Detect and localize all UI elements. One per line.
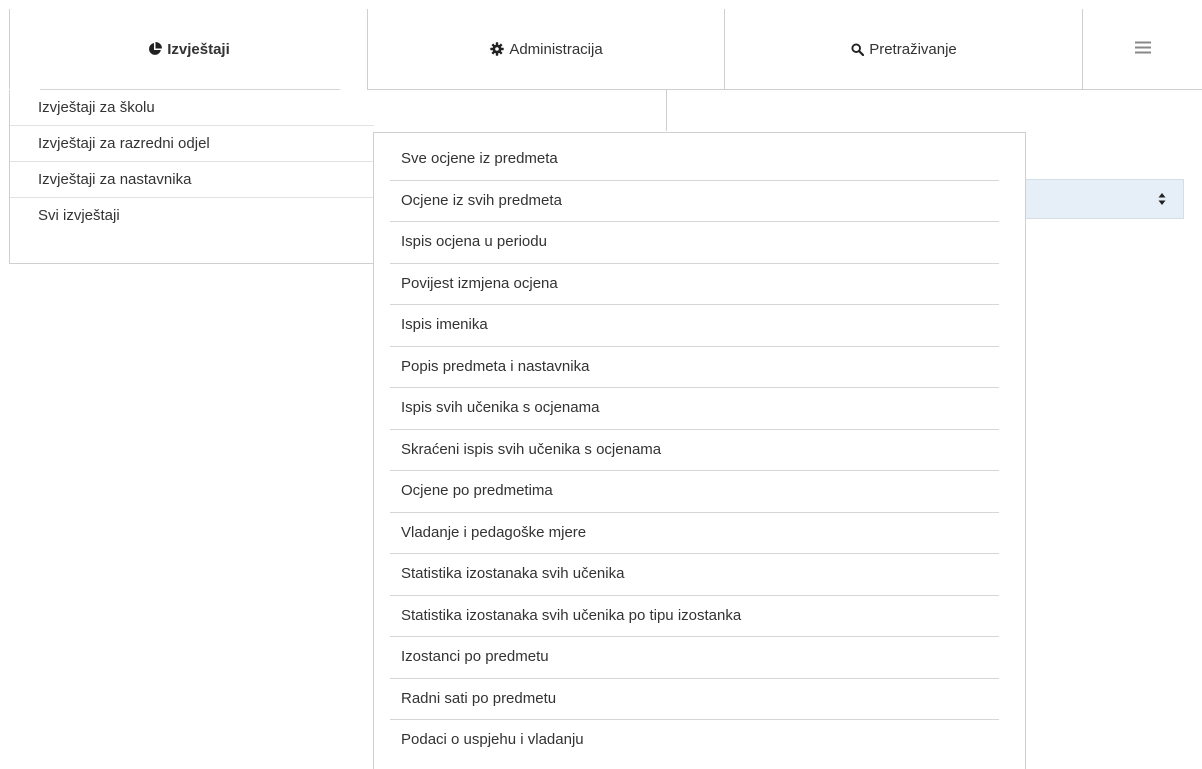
flyout-item[interactable]: Ispis svih učenika s ocjenama [390, 388, 999, 430]
flyout-item[interactable]: Popis predmeta i nastavnika [390, 347, 999, 388]
flyout-item[interactable]: Izostanci po predmetu [390, 637, 999, 679]
tab-administration[interactable]: Administracija [367, 9, 725, 90]
flyout-item[interactable]: Povijest izmjena ocjena [390, 264, 999, 305]
reports-submenu: Izvještaji za školu Izvještaji za razred… [9, 90, 374, 264]
divider [666, 89, 667, 131]
flyout-item[interactable]: Ispis ocjena u periodu [390, 222, 999, 264]
select-arrows-icon [1158, 192, 1166, 206]
pie-chart-icon [148, 42, 163, 56]
submenu-item-teacher-reports[interactable]: Izvještaji za nastavnika [10, 162, 374, 198]
tab-search[interactable]: Pretraživanje [724, 9, 1083, 90]
flyout-item[interactable]: Statistika izostanaka svih učenika po ti… [390, 596, 999, 637]
flyout-item[interactable]: Skraćeni ispis svih učenika s ocjenama [390, 430, 999, 471]
search-icon [851, 42, 865, 56]
flyout-item[interactable]: Podaci o uspjehu i vladanju [390, 720, 999, 762]
flyout-item[interactable]: Ocjene iz svih predmeta [390, 181, 999, 222]
flyout-item-ispis-imenika[interactable]: Ispis imenika [390, 305, 999, 347]
submenu-item-all-reports[interactable]: Svi izvještaji [10, 198, 374, 234]
flyout-item[interactable]: Sve ocjene iz predmeta [390, 139, 999, 181]
hamburger-menu-button[interactable] [1082, 9, 1202, 90]
flyout-item[interactable]: Vladanje i pedagoške mjere [390, 513, 999, 554]
background-select[interactable] [1026, 179, 1184, 219]
flyout-item[interactable]: Ocjene po predmetima [390, 471, 999, 513]
tab-administration-label: Administracija [509, 40, 603, 58]
tab-reports[interactable]: Izvještaji [9, 9, 368, 89]
submenu-item-school-reports[interactable]: Izvještaji za školu [10, 90, 374, 126]
hamburger-menu-icon [1135, 41, 1151, 58]
gear-icon [490, 42, 505, 56]
flyout-item[interactable]: Radni sati po predmetu [390, 679, 999, 720]
tab-reports-label: Izvještaji [167, 40, 230, 58]
submenu-item-class-reports[interactable]: Izvještaji za razredni odjel [10, 126, 374, 162]
flyout-item[interactable]: Statistika izostanaka svih učenika [390, 554, 999, 596]
tab-search-label: Pretraživanje [869, 40, 957, 58]
top-navigation: Izvještaji Administracija Pretraživanje [9, 9, 1202, 90]
class-reports-flyout: Sve ocjene iz predmeta Ocjene iz svih pr… [373, 132, 1026, 769]
